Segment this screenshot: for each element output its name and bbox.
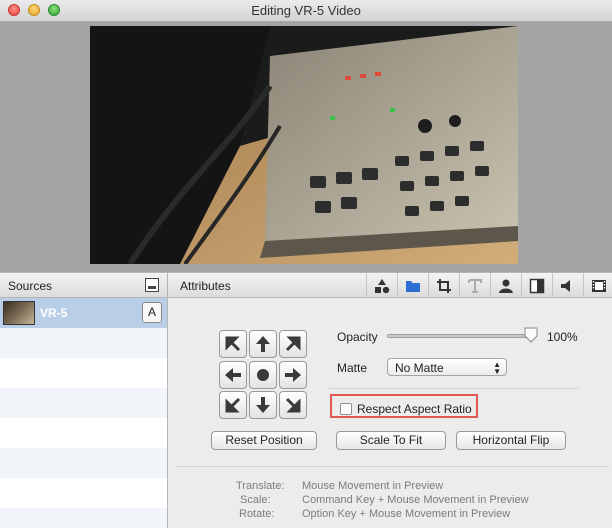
attributes-header: Attributes	[168, 272, 612, 299]
center-dot-icon	[257, 368, 269, 381]
video-frame-image	[90, 26, 518, 264]
film-icon	[592, 280, 606, 292]
help-value-scale: Command Key + Mouse Movement in Preview	[302, 494, 529, 506]
tab-shapes[interactable]	[366, 273, 397, 299]
move-left-button[interactable]	[219, 360, 247, 389]
folder-icon	[406, 281, 420, 292]
matte-select[interactable]: No Matte ▲ ▼	[387, 358, 507, 376]
move-down-button[interactable]	[249, 391, 277, 420]
arrow-down-left-icon	[225, 398, 241, 413]
move-up-button[interactable]	[249, 330, 277, 358]
source-audio-badge[interactable]: A	[142, 302, 162, 323]
arrow-left-icon	[225, 367, 241, 382]
arrow-down-right-icon	[285, 398, 301, 413]
source-options-icon[interactable]	[145, 278, 159, 292]
shapes-icon	[375, 279, 390, 294]
select-arrows-icon: ▲ ▼	[493, 360, 501, 376]
list-item	[0, 358, 167, 388]
move-up-right-button[interactable]	[279, 330, 307, 358]
move-right-button[interactable]	[279, 360, 307, 389]
respect-aspect-checkbox[interactable]	[340, 403, 352, 415]
move-down-left-button[interactable]	[219, 391, 247, 420]
sources-title: Sources	[8, 279, 53, 293]
respect-aspect-label[interactable]: Respect Aspect Ratio	[357, 402, 472, 416]
matte-select-value: No Matte	[395, 361, 444, 375]
matte-label: Matte	[337, 361, 368, 375]
arrow-up-icon	[256, 336, 270, 352]
position-pad	[219, 330, 309, 420]
video-preview[interactable]	[90, 26, 518, 264]
scale-to-fit-button[interactable]: Scale To Fit	[336, 431, 446, 450]
list-item	[0, 388, 167, 418]
arrow-down-icon	[256, 397, 270, 414]
title-bar: Editing VR-5 Video	[0, 0, 612, 22]
attribute-tabs	[366, 273, 612, 299]
sources-list: VR-5 A	[0, 298, 168, 528]
attributes-panel: Opacity 100% Matte No Matte ▲ ▼ Respect A…	[169, 298, 612, 528]
split-panel-icon	[529, 278, 545, 294]
tab-text[interactable]	[459, 273, 490, 299]
horizontal-flip-button[interactable]: Horizontal Flip	[456, 431, 566, 450]
tab-audio[interactable]	[552, 273, 583, 299]
source-item-label: VR-5	[40, 306, 68, 320]
tab-film[interactable]	[583, 273, 612, 299]
help-key-scale: Scale:	[240, 494, 271, 506]
tab-folder[interactable]	[397, 273, 428, 299]
source-item-vr5[interactable]: VR-5 A	[0, 298, 167, 328]
help-divider	[177, 466, 609, 467]
list-item	[0, 478, 167, 508]
tab-person[interactable]	[490, 273, 521, 299]
help-key-rotate: Rotate:	[239, 508, 275, 520]
preview-area[interactable]	[0, 22, 612, 272]
list-item	[0, 418, 167, 448]
opacity-label: Opacity	[337, 330, 378, 344]
crop-icon	[437, 279, 451, 293]
person-icon	[499, 279, 513, 293]
opacity-value: 100%	[547, 330, 578, 344]
move-up-left-button[interactable]	[219, 330, 247, 358]
opacity-slider-track[interactable]	[387, 334, 532, 338]
tab-split[interactable]	[521, 273, 552, 299]
list-item	[0, 508, 167, 528]
move-down-right-button[interactable]	[279, 391, 307, 420]
source-thumbnail	[3, 301, 35, 325]
reset-position-button[interactable]: Reset Position	[211, 431, 317, 450]
list-item	[0, 448, 167, 478]
help-key-translate: Translate:	[236, 480, 285, 492]
list-item	[0, 328, 167, 358]
speaker-icon	[561, 280, 570, 292]
help-value-rotate: Option Key + Mouse Movement in Preview	[302, 508, 511, 520]
center-button[interactable]	[249, 360, 277, 389]
sources-header: Sources	[0, 272, 168, 298]
opacity-slider-knob[interactable]	[523, 327, 539, 343]
attributes-title: Attributes	[180, 279, 231, 293]
tab-crop[interactable]	[428, 273, 459, 299]
text-icon	[468, 279, 482, 293]
help-value-translate: Mouse Movement in Preview	[302, 480, 444, 492]
window-title: Editing VR-5 Video	[251, 3, 361, 18]
separator	[329, 388, 579, 389]
arrow-up-left-icon	[225, 336, 241, 352]
arrow-up-right-icon	[285, 336, 301, 352]
arrow-right-icon	[285, 367, 301, 382]
